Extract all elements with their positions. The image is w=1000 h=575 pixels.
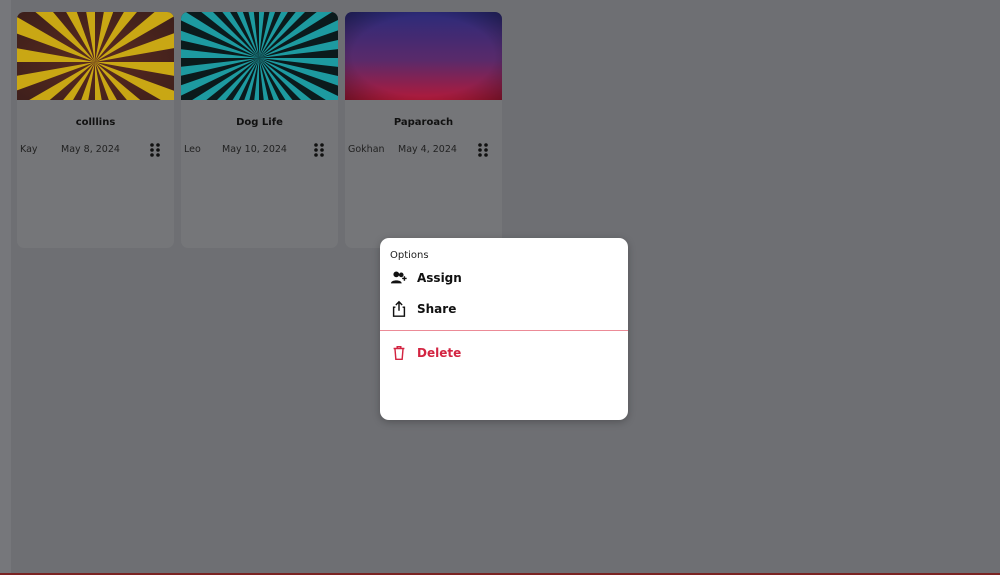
board-card[interactable]: colllins Kay May 8, 2024 — [17, 12, 174, 248]
trash-icon — [393, 345, 405, 361]
share-icon — [392, 300, 406, 317]
more-options-icon[interactable] — [312, 142, 326, 158]
card-title: colllins — [75, 117, 116, 128]
card-date: May 4, 2024 — [398, 144, 457, 155]
menu-item-assign[interactable]: Assign — [380, 264, 628, 292]
more-options-icon[interactable] — [476, 142, 490, 158]
card-date: May 10, 2024 — [222, 144, 287, 155]
card-owner: Leo — [184, 144, 201, 155]
side-strip — [0, 0, 11, 575]
card-thumbnail — [17, 12, 174, 100]
menu-item-label: Delete — [417, 346, 462, 360]
card-thumbnail — [345, 12, 502, 100]
more-options-icon[interactable] — [148, 142, 162, 158]
menu-item-label: Share — [417, 302, 457, 316]
options-menu: Options Assign Share Delete — [380, 238, 628, 420]
card-title: Paparoach — [393, 117, 454, 128]
board-card[interactable]: Dog Life Leo May 10, 2024 — [181, 12, 338, 248]
card-owner: Kay — [20, 144, 38, 155]
card-owner: Gokhan — [348, 144, 385, 155]
card-date: May 8, 2024 — [61, 144, 120, 155]
card-title: Dog Life — [236, 117, 283, 128]
assign-user-icon — [390, 271, 407, 284]
menu-item-share[interactable]: Share — [380, 295, 628, 323]
board-card[interactable]: Paparoach Gokhan May 4, 2024 — [345, 12, 502, 248]
menu-heading: Options — [390, 250, 429, 261]
menu-item-label: Assign — [417, 271, 462, 285]
card-thumbnail — [181, 12, 338, 100]
menu-item-delete[interactable]: Delete — [380, 339, 628, 367]
menu-divider — [380, 330, 628, 331]
